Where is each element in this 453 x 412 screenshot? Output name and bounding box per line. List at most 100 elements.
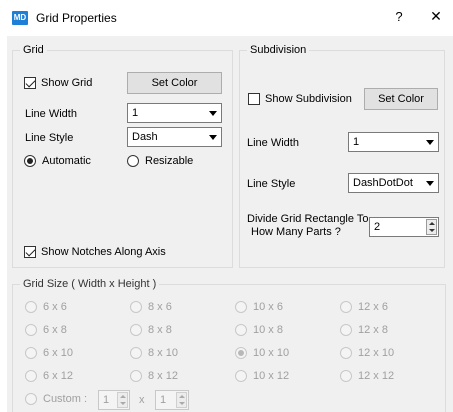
grid-size-group-title: Grid Size ( Width x Height ) — [20, 278, 160, 290]
grid-line-width-label: Line Width — [25, 108, 77, 120]
radio-empty-icon — [25, 301, 37, 313]
grid-line-width-select[interactable]: 1 — [127, 103, 222, 123]
subdivision-line-style-select[interactable]: DashDotDot — [348, 173, 439, 193]
grid-size-radio[interactable]: 6 x 6 — [25, 301, 67, 313]
show-subdivision-label: Show Subdivision — [265, 93, 352, 105]
grid-size-radio[interactable]: 8 x 6 — [130, 301, 172, 313]
dialog-body: Grid Show Grid Set Color Line Width 1 Li… — [7, 36, 453, 412]
grid-size-label: 10 x 8 — [253, 324, 283, 336]
radio-selected-icon — [24, 155, 36, 167]
window-title: Grid Properties — [36, 11, 117, 25]
grid-size-label: 12 x 10 — [358, 347, 395, 359]
radio-empty-icon — [130, 324, 142, 336]
automatic-label: Automatic — [42, 155, 91, 167]
grid-size-radio[interactable]: 10 x 6 — [235, 301, 283, 313]
custom-height-value: 1 — [160, 394, 167, 406]
chevron-down-icon — [209, 111, 217, 116]
grid-line-style-select[interactable]: Dash — [127, 127, 222, 147]
divide-parts-spinner[interactable]: 2 — [369, 217, 439, 237]
chevron-down-icon — [426, 140, 434, 145]
grid-size-label: 10 x 12 — [253, 370, 290, 382]
grid-size-label: 8 x 8 — [148, 324, 172, 336]
radio-empty-icon — [340, 301, 352, 313]
custom-height-spinner[interactable]: 1 — [155, 390, 189, 410]
title-bar: MD Grid Properties ? ✕ — [0, 0, 453, 36]
radio-empty-icon — [25, 324, 37, 336]
radio-selected-icon — [235, 347, 247, 359]
grid-size-label: 12 x 6 — [358, 301, 388, 313]
grid-size-radio[interactable]: 12 x 12 — [340, 370, 394, 382]
close-button[interactable]: ✕ — [428, 8, 444, 25]
grid-size-label: 12 x 8 — [358, 324, 388, 336]
show-grid-label: Show Grid — [41, 77, 93, 89]
grid-size-radio[interactable]: 6 x 8 — [25, 324, 67, 336]
custom-label: Custom : — [43, 393, 88, 405]
grid-size-label: 8 x 6 — [148, 301, 172, 313]
grid-size-radio[interactable]: 8 x 8 — [130, 324, 172, 336]
grid-size-label: 6 x 10 — [43, 347, 73, 359]
custom-size-radio[interactable]: Custom : — [25, 393, 87, 405]
grid-size-label: 10 x 6 — [253, 301, 283, 313]
grid-size-radio[interactable]: 6 x 12 — [25, 370, 73, 382]
grid-size-label: 6 x 12 — [43, 370, 73, 382]
subdivision-line-width-value: 1 — [353, 136, 360, 148]
show-subdivision-checkbox[interactable]: Show Subdivision — [248, 93, 352, 105]
grid-set-color-button[interactable]: Set Color — [127, 72, 222, 94]
radio-empty-icon — [235, 324, 247, 336]
grid-size-label: 8 x 12 — [148, 370, 178, 382]
radio-empty-icon — [130, 370, 142, 382]
chevron-down-icon — [426, 181, 434, 186]
show-notches-label: Show Notches Along Axis — [41, 246, 166, 258]
grid-line-style-value: Dash — [132, 131, 158, 143]
grid-size-radio[interactable]: 8 x 12 — [130, 370, 178, 382]
show-subdivision-check-icon — [248, 93, 260, 105]
show-notches-check-icon — [24, 246, 36, 258]
grid-size-radio[interactable]: 8 x 10 — [130, 347, 178, 359]
radio-empty-icon — [130, 347, 142, 359]
spinner-arrows-icon[interactable] — [176, 392, 187, 408]
custom-x-label: x — [139, 394, 145, 406]
resizable-label: Resizable — [145, 155, 194, 167]
show-notches-checkbox[interactable]: Show Notches Along Axis — [24, 246, 166, 258]
spinner-arrows-icon[interactable] — [117, 392, 128, 408]
show-grid-checkbox[interactable]: Show Grid — [24, 77, 92, 89]
grid-line-style-label: Line Style — [25, 132, 74, 144]
radio-empty-icon — [25, 347, 37, 359]
grid-size-radio[interactable]: 12 x 8 — [340, 324, 388, 336]
grid-size-label: 10 x 10 — [253, 347, 290, 359]
divide-parts-value: 2 — [374, 221, 381, 233]
divide-grid-label-line2: How Many Parts ? — [251, 226, 341, 238]
grid-size-radio[interactable]: 10 x 8 — [235, 324, 283, 336]
grid-size-label: 12 x 12 — [358, 370, 395, 382]
custom-width-spinner[interactable]: 1 — [98, 390, 130, 410]
grid-size-radio[interactable]: 12 x 10 — [340, 347, 394, 359]
radio-empty-icon — [127, 155, 139, 167]
grid-size-radio[interactable]: 10 x 10 — [235, 347, 289, 359]
divide-grid-label-line1: Divide Grid Rectangle To — [247, 213, 369, 225]
radio-empty-icon — [130, 301, 142, 313]
grid-size-label: 8 x 10 — [148, 347, 178, 359]
radio-empty-icon — [340, 324, 352, 336]
automatic-radio[interactable]: Automatic — [24, 155, 91, 167]
grid-size-radio[interactable]: 10 x 12 — [235, 370, 289, 382]
grid-size-radio[interactable]: 12 x 6 — [340, 301, 388, 313]
subdivision-line-width-select[interactable]: 1 — [348, 132, 439, 152]
grid-size-label: 6 x 8 — [43, 324, 67, 336]
chevron-down-icon — [209, 135, 217, 140]
subdivision-set-color-button[interactable]: Set Color — [364, 88, 438, 110]
subdivision-group-title: Subdivision — [247, 44, 310, 56]
show-grid-check-icon — [24, 77, 36, 89]
spinner-arrows-icon[interactable] — [426, 219, 437, 235]
help-button[interactable]: ? — [392, 9, 406, 24]
radio-empty-icon — [235, 370, 247, 382]
custom-width-value: 1 — [103, 394, 110, 406]
grid-group-title: Grid — [20, 44, 47, 56]
resizable-radio[interactable]: Resizable — [127, 155, 193, 167]
radio-empty-icon — [235, 301, 247, 313]
radio-empty-icon — [25, 370, 37, 382]
app-icon: MD — [12, 11, 28, 25]
grid-line-width-value: 1 — [132, 107, 139, 119]
grid-size-radio[interactable]: 6 x 10 — [25, 347, 73, 359]
radio-empty-icon — [340, 370, 352, 382]
radio-empty-icon — [340, 347, 352, 359]
